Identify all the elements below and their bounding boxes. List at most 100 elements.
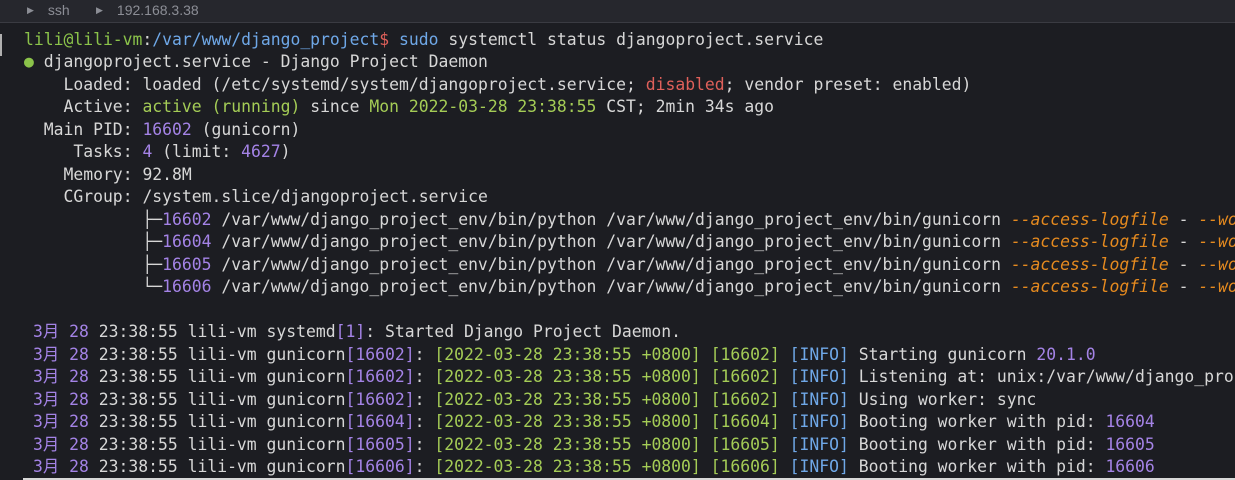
breadcrumb: ▶ ssh ▶ 192.168.3.38 bbox=[0, 0, 1235, 23]
log-day: 28 bbox=[69, 390, 89, 409]
log-worker-pid: 16602 bbox=[720, 390, 770, 409]
tasks-limit: 4627 bbox=[241, 142, 281, 161]
log-message: Booting worker with pid: bbox=[858, 457, 1106, 476]
log-message: Booting worker with pid: bbox=[858, 412, 1106, 431]
loaded-value: loaded bbox=[142, 75, 202, 94]
cgroup-value: /system.slice/djangoproject.service bbox=[142, 187, 488, 206]
log-day: 28 bbox=[69, 457, 89, 476]
log-level: INFO bbox=[799, 367, 839, 386]
log-line: 3月 28 23:38:55 lili-vm gunicorn[16604]: … bbox=[33, 412, 1155, 431]
log-timestamp: [2022-03-28 23:38:55 +0800] bbox=[434, 367, 701, 386]
main-pid-line: Main PID: 16602 (gunicorn) bbox=[24, 120, 301, 139]
log-process: systemd bbox=[266, 322, 336, 341]
chevron-right-icon: ▶ bbox=[27, 4, 34, 15]
active-state: active (running) bbox=[142, 97, 301, 116]
cgroup-process-line: ├─16602 /var/www/django_project_env/bin/… bbox=[24, 209, 1235, 231]
log-pid: 16602 bbox=[355, 345, 405, 364]
log-timestamp: [2022-03-28 23:38:55 +0800] bbox=[434, 345, 701, 364]
log-timestamp: [2022-03-28 23:38:55 +0800] bbox=[434, 457, 701, 476]
log-time: 23:38:55 bbox=[98, 345, 178, 364]
process-command: /var/www/django_project_env/bin/python /… bbox=[211, 255, 1011, 274]
log-worker-pid: 16606 bbox=[720, 457, 770, 476]
cgroup-line: CGroup: /system.slice/djangoproject.serv… bbox=[24, 187, 488, 206]
breadcrumb-item-host[interactable]: ▶ 192.168.3.38 bbox=[96, 2, 199, 18]
process-option: --access-logfile bbox=[1010, 210, 1169, 229]
status-dot-icon: ● bbox=[24, 52, 34, 71]
log-timestamp: [2022-03-28 23:38:55 +0800] bbox=[434, 435, 701, 454]
log-worker-pid: 16602 bbox=[720, 345, 770, 364]
log-month: 3月 bbox=[33, 345, 60, 364]
cgroup-process-line: ├─16604 /var/www/django_project_env/bin/… bbox=[24, 231, 1235, 253]
tree-branch: ├─ bbox=[24, 210, 163, 229]
log-message: Listening at bbox=[858, 367, 978, 386]
cgroup-label: CGroup bbox=[24, 187, 123, 206]
prompt-sep: : bbox=[142, 30, 153, 49]
process-option: --work bbox=[1198, 210, 1235, 229]
log-pid: 16604 bbox=[355, 412, 405, 431]
log-day: 28 bbox=[69, 345, 89, 364]
log-day: 28 bbox=[69, 435, 89, 454]
tree-branch: ├─ bbox=[24, 255, 163, 274]
cgroup-process-line: └─16606 /var/www/django_project_env/bin/… bbox=[24, 276, 1235, 298]
loaded-line: Loaded: loaded (/etc/systemd/system/djan… bbox=[24, 75, 972, 94]
log-pid: 1 bbox=[345, 322, 356, 341]
tasks-count: 4 bbox=[142, 142, 153, 161]
log-message: Using worker bbox=[858, 390, 978, 409]
log-host: lili-vm bbox=[187, 345, 257, 364]
log-line: 3月 28 23:38:55 lili-vm gunicorn[16602]: … bbox=[33, 345, 1096, 364]
loaded-label: Loaded bbox=[24, 75, 123, 94]
log-process: gunicorn bbox=[266, 367, 346, 386]
process-option: --work bbox=[1198, 232, 1235, 251]
log-host: lili-vm bbox=[187, 367, 257, 386]
active-line: Active: active (running) since Mon 2022-… bbox=[24, 97, 774, 116]
log-host: lili-vm bbox=[187, 390, 257, 409]
service-description: - Django Project Daemon bbox=[250, 52, 488, 71]
breadcrumb-label: 192.168.3.38 bbox=[116, 2, 199, 18]
service-name: djangoproject.service bbox=[43, 52, 251, 71]
log-time: 23:38:55 bbox=[98, 457, 178, 476]
vendor-preset: enabled bbox=[892, 75, 962, 94]
log-line: 3月 28 23:38:55 lili-vm gunicorn[16606]: … bbox=[33, 457, 1155, 476]
process-option: --access-logfile bbox=[1010, 277, 1169, 296]
process-command: /var/www/django_project_env/bin/python /… bbox=[211, 277, 1011, 296]
log-host: lili-vm bbox=[187, 435, 257, 454]
log-message: Booting worker with pid: bbox=[858, 435, 1106, 454]
log-month: 3月 bbox=[33, 390, 60, 409]
main-pid-label: Main PID bbox=[24, 120, 123, 139]
terminal-output[interactable]: lili@lili-vm:/var/www/django_project$ su… bbox=[0, 23, 1235, 480]
disabled-badge: disabled bbox=[645, 75, 725, 94]
process-option: --access-logfile bbox=[1010, 232, 1169, 251]
log-day: 28 bbox=[69, 322, 89, 341]
log-time: 23:38:55 bbox=[98, 390, 178, 409]
prompt-path: /var/www/django_project bbox=[152, 30, 380, 49]
log-message-value: : unix:/var/www/django_proje bbox=[977, 367, 1235, 386]
log-level: INFO bbox=[799, 390, 839, 409]
memory-value: 92.8M bbox=[142, 165, 192, 184]
command-text: systemctl status djangoproject.service bbox=[438, 30, 824, 49]
command-sudo: sudo bbox=[399, 30, 439, 49]
process-pid: 16606 bbox=[162, 277, 212, 296]
breadcrumb-item-ssh[interactable]: ▶ ssh bbox=[27, 2, 70, 18]
tasks-label: Tasks bbox=[24, 142, 123, 161]
log-time: 23:38:55 bbox=[98, 435, 178, 454]
prompt-user: lili@lili-vm bbox=[24, 30, 143, 49]
log-message: Started Django Project Daemon. bbox=[385, 322, 682, 341]
log-timestamp: [2022-03-28 23:38:55 +0800] bbox=[434, 412, 701, 431]
process-pid: 16604 bbox=[162, 232, 212, 251]
log-month: 3月 bbox=[33, 457, 60, 476]
log-process: gunicorn bbox=[266, 390, 346, 409]
log-message-value: 16605 bbox=[1105, 435, 1155, 454]
log-level: INFO bbox=[799, 435, 839, 454]
process-command: /var/www/django_project_env/bin/python /… bbox=[211, 210, 1011, 229]
log-time: 23:38:55 bbox=[98, 412, 178, 431]
log-time: 23:38:55 bbox=[98, 322, 178, 341]
process-option: --work bbox=[1198, 277, 1235, 296]
log-line: 3月 28 23:38:55 lili-vm systemd[1]: Start… bbox=[33, 322, 682, 341]
log-time: 23:38:55 bbox=[98, 367, 178, 386]
log-level: INFO bbox=[799, 457, 839, 476]
log-message: Starting gunicorn bbox=[858, 345, 1037, 364]
log-timestamp: [2022-03-28 23:38:55 +0800] bbox=[434, 390, 701, 409]
log-host: lili-vm bbox=[187, 457, 257, 476]
memory-label: Memory bbox=[24, 165, 123, 184]
process-option: --work bbox=[1198, 255, 1235, 274]
